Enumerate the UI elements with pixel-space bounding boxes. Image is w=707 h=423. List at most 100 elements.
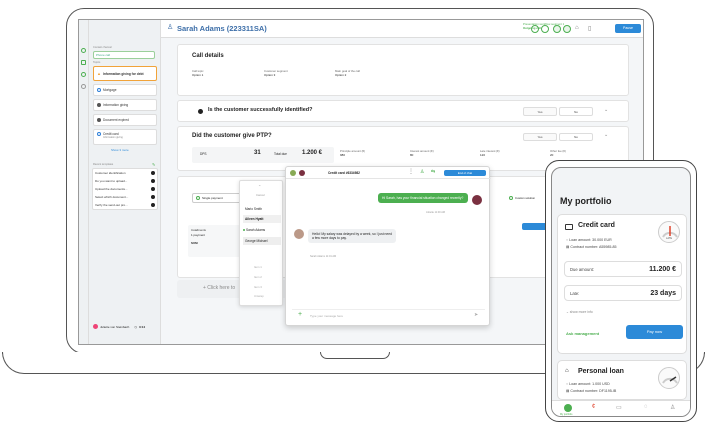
custom-solution-label: Custom solution	[515, 196, 536, 200]
click-here-label: + Click here to	[203, 285, 236, 291]
dot-icon	[151, 171, 155, 175]
dps-value: 31	[254, 150, 261, 156]
template-item[interactable]: Verify the send-out pro...	[93, 201, 157, 209]
sidebar-item-mortgage[interactable]: Mortgage	[93, 84, 157, 96]
call-details-title: Call details	[192, 53, 224, 59]
loan-amount-row: ◌ Loan amount: 30.000 EUR	[566, 238, 612, 242]
portfolio-nav-label: My portfolio	[560, 413, 573, 416]
phone-call-select[interactable]: Phone call	[93, 51, 155, 59]
late-label: Late:	[570, 290, 580, 296]
personal-loan-card: ⌂ Personal loan ◌ Loan amount: 1.000 USD…	[557, 360, 687, 400]
field-value: Option 3	[264, 73, 276, 77]
name-dropdown: ⌃ Cancel Mario Smith Aileen Hyatt Sarah …	[239, 180, 283, 306]
calendar-icon[interactable]	[81, 60, 86, 65]
total-due-value: 1.200 €	[302, 150, 323, 156]
gauge-icon	[662, 226, 678, 238]
ptp-yes-button[interactable]: Yes	[523, 133, 557, 141]
transfer-icon[interactable]: ⇆	[431, 169, 435, 175]
template-item[interactable]: Select which document...	[93, 193, 157, 201]
phone-call-select-label: Phone call	[96, 53, 111, 57]
chevron-down-icon[interactable]: ⌄	[604, 107, 608, 113]
sidebar-item-doc-expired[interactable]: Document expired	[93, 114, 157, 126]
agent-avatar	[472, 195, 482, 205]
add-icon[interactable]: +	[298, 311, 302, 318]
dropdown-bottom-option[interactable]: Unwrap	[254, 294, 264, 298]
settings-icon[interactable]	[81, 72, 86, 77]
dropdown-option[interactable]: George Michael	[243, 237, 281, 245]
custom-solution-option[interactable]: Custom solution	[509, 193, 549, 203]
dropdown-option[interactable]: Sarah Adams	[243, 226, 281, 234]
call-timer: 3:14	[138, 324, 145, 329]
field-value: Option 2	[335, 73, 347, 77]
send-icon[interactable]: ➤	[474, 312, 478, 318]
radio-icon	[196, 196, 200, 200]
profile-icon[interactable]	[81, 84, 86, 89]
sidebar-item-credit-card[interactable]: Credit card Information giving	[93, 129, 157, 145]
dropdown-option[interactable]: Item 2	[254, 275, 262, 279]
dps-label: DPS	[200, 152, 207, 156]
agent-status: Juliette von Steinbach ◷ 3:14	[93, 324, 145, 329]
late-gauge: LATE	[658, 221, 680, 243]
show-more-link[interactable]: Show 3 more	[111, 148, 129, 152]
identified-question: Is the customer successfully identified?	[208, 107, 313, 113]
due-value: 11.200 €	[649, 265, 676, 273]
dropdown-option[interactable]: Mario Smith	[243, 205, 281, 213]
call-substatus: Outgoing call	[523, 25, 541, 30]
late-value: 23 days	[650, 289, 676, 297]
template-item[interactable]: Do you want to upload...	[93, 177, 157, 185]
sidebar-item-label: Information giving	[103, 103, 129, 107]
payments-nav-icon[interactable]: ¢	[592, 404, 595, 410]
dropdown-option[interactable]: Item 1	[254, 265, 262, 269]
info-icon[interactable]: ▯	[588, 25, 591, 32]
identified-no-button[interactable]: No	[559, 107, 593, 116]
radio-icon	[509, 196, 513, 200]
sidebar-item-info-debt[interactable]: ▲ Information giving for debt	[93, 66, 157, 81]
edit-icon[interactable]: ✎	[152, 162, 155, 167]
user-icon[interactable]: ♙	[420, 169, 424, 175]
dropdown-option[interactable]: Item 3	[254, 285, 262, 289]
identified-yes-button[interactable]: Yes	[523, 107, 557, 116]
home-icon[interactable]	[81, 48, 86, 53]
pay-now-button[interactable]: Pay now	[626, 325, 683, 339]
show-more-info-link[interactable]: ⌄ show more info	[566, 310, 593, 314]
portfolio-nav-icon[interactable]	[564, 404, 572, 412]
templates-list: Customer identification Do you want to u…	[92, 168, 158, 210]
chat-title: Credit card #6334982	[328, 170, 360, 175]
customer-segment-field[interactable]: Customer segment Option 3	[264, 69, 288, 77]
more-icon[interactable]: ⋮	[408, 168, 414, 175]
cancel-option[interactable]: Cancel	[256, 193, 265, 197]
customer-avatar	[294, 229, 304, 239]
chat-input-area: + Type your message here ➤	[292, 309, 485, 321]
documents-nav-icon[interactable]: ▭	[616, 404, 622, 411]
sidebar-item-info-giving[interactable]: Information giving	[93, 99, 157, 111]
field-value: Option 1	[192, 73, 204, 77]
chevron-up-icon[interactable]: ⌃	[258, 184, 261, 189]
agent-timestamp: Juliette 11:00 AM	[426, 211, 445, 214]
user-icon: ♙	[167, 24, 174, 31]
end-chat-button[interactable]: End of chat	[444, 170, 486, 176]
chat-nav-icon[interactable]: ◌	[644, 404, 648, 410]
template-item[interactable]: Upload the documents...	[93, 185, 157, 193]
message-input[interactable]: Type your message here	[310, 314, 343, 318]
credit-card-title: Credit card	[578, 222, 615, 229]
house-icon: ⌂	[565, 368, 569, 374]
dropdown-option-selected[interactable]: Aileen Hyatt	[243, 215, 281, 223]
status-block: Presentation workflow segment 1 Outgoing…	[523, 23, 585, 30]
template-item[interactable]: Customer identification	[93, 169, 157, 177]
ask-management-button[interactable]: Ask management	[566, 331, 599, 336]
personal-loan-title: Personal loan	[578, 368, 624, 375]
agent-name: Juliette von Steinbach	[100, 324, 130, 329]
main-goal-field[interactable]: Main goal of the call Option 2	[335, 69, 360, 77]
dot-icon	[151, 187, 155, 191]
due-amount-row: Due amount: 11.200 €	[564, 261, 682, 277]
ptp-no-button[interactable]: No	[559, 133, 593, 141]
chevron-down-icon[interactable]: ⌄	[604, 132, 608, 138]
sidebar-item-label: Document expired	[103, 118, 129, 122]
dot-icon	[97, 103, 101, 107]
sidebar-item-sub: Information giving	[103, 136, 123, 139]
installments-box: Installments 1 payment SUM	[188, 225, 240, 257]
call-topic-field[interactable]: Call topic Option 1	[192, 69, 204, 77]
laptop-notch	[320, 352, 390, 359]
pause-button[interactable]: Pause	[615, 24, 641, 33]
profile-nav-icon[interactable]: ♙	[670, 404, 675, 411]
